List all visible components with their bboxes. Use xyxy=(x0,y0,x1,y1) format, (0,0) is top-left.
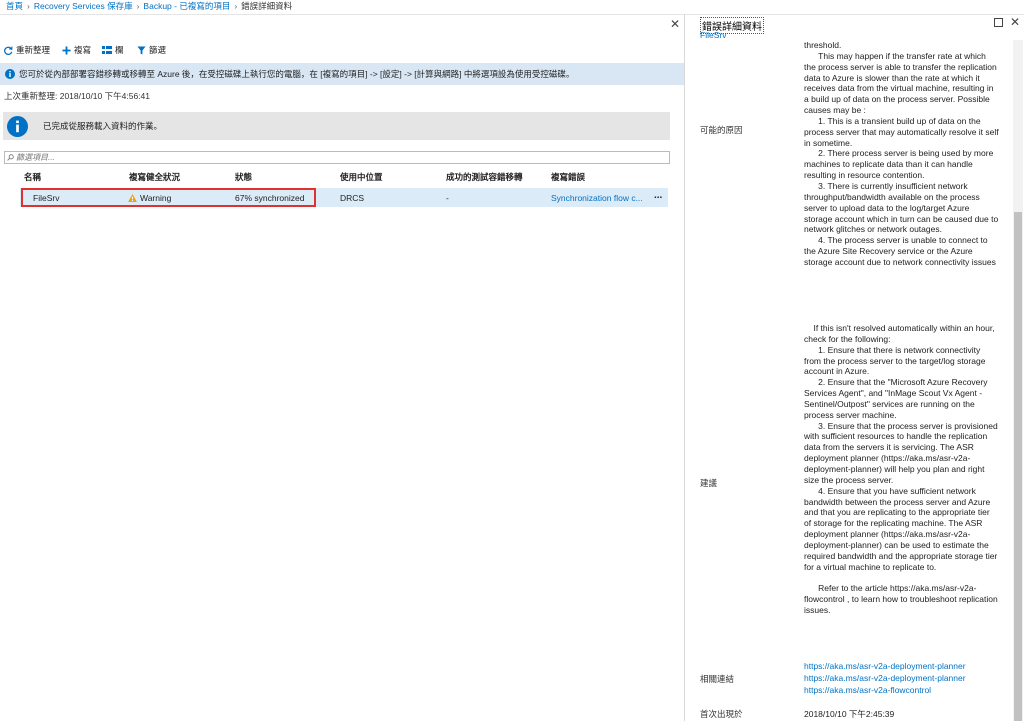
breadcrumb-replicated-items[interactable]: Backup - 已複寫的項目 xyxy=(143,1,230,11)
last-refresh-text: 上次重新整理: 2018/10/10 下午4:56:41 xyxy=(4,91,150,101)
columns-icon xyxy=(102,46,112,54)
first-seen-label: 首次出現於 xyxy=(700,709,743,719)
error-details-subtitle: FileSrv xyxy=(700,30,727,40)
job-notice: 已完成從服務載入資料的作業。 xyxy=(3,112,670,140)
replicate-label: 複寫 xyxy=(74,45,92,55)
breadcrumb-current: 錯誤詳細資料 xyxy=(241,1,293,11)
refresh-icon xyxy=(4,46,13,55)
info-banner-text[interactable]: 您可於從內部部署容錯移轉或移轉至 Azure 後，在受控磁碟上執行您的電腦，在 … xyxy=(19,68,574,80)
first-seen-value: 2018/10/10 下午2:45:39 xyxy=(804,709,895,719)
info-banner: 您可於從內部部署容錯移轉或移轉至 Azure 後，在受控磁碟上執行您的電腦，在 … xyxy=(0,63,684,85)
refresh-label: 重新整理 xyxy=(16,45,51,55)
column-header-health[interactable]: 複寫健全狀況 xyxy=(129,171,180,183)
related-links-label: 相關連結 xyxy=(700,674,735,684)
related-link[interactable]: https://aka.ms/asr-v2a-flowcontrol xyxy=(804,685,931,695)
columns-label: 欄 xyxy=(115,45,124,55)
filter-input-box[interactable] xyxy=(4,151,670,164)
column-header-test-failover[interactable]: 成功的測試容錯移轉 xyxy=(446,171,523,183)
filter-button[interactable]: 篩選 xyxy=(137,44,166,56)
breadcrumb-home[interactable]: 首頁 xyxy=(6,1,23,11)
filter-input[interactable] xyxy=(16,153,616,162)
info-icon xyxy=(5,69,15,79)
close-icon[interactable]: ✕ xyxy=(670,17,680,31)
recommendation-label: 建議 xyxy=(700,478,718,488)
row-highlight-box xyxy=(21,188,316,207)
possible-cause-label: 可能的原因 xyxy=(700,125,743,135)
chevron-right-icon: › xyxy=(136,1,140,11)
row-location: DRCS xyxy=(340,193,365,203)
grid-header: 名稱 複寫健全狀況 狀態 使用中位置 成功的測試容錯移轉 複寫錯誤 xyxy=(0,171,670,183)
breadcrumb-vault[interactable]: Recovery Services 保存庫 xyxy=(34,1,133,11)
job-notice-text: 已完成從服務載入資料的作業。 xyxy=(43,121,163,131)
refresh-button[interactable]: 重新整理 xyxy=(4,44,50,56)
row-more-button[interactable]: ... xyxy=(654,190,662,201)
scrollbar-thumb[interactable] xyxy=(1014,212,1022,721)
row-test-failover: - xyxy=(446,193,449,203)
chevron-right-icon: › xyxy=(27,1,30,11)
search-icon xyxy=(7,154,14,161)
possible-cause-text: threshold. This may happen if the transf… xyxy=(804,40,999,267)
filter-icon xyxy=(137,45,146,55)
close-icon[interactable]: ✕ xyxy=(1010,15,1020,29)
breadcrumb: 首頁 › Recovery Services 保存庫 › Backup - 已複寫的項目… xyxy=(0,0,1024,15)
column-header-name[interactable]: 名稱 xyxy=(24,171,41,183)
maximize-icon[interactable] xyxy=(994,18,1003,27)
related-link[interactable]: https://aka.ms/asr-v2a-deployment-planne… xyxy=(804,661,966,671)
column-header-status[interactable]: 狀態 xyxy=(235,171,252,183)
column-header-location[interactable]: 使用中位置 xyxy=(340,171,383,183)
row-error-link[interactable]: Synchronization flow c... xyxy=(551,193,643,203)
recommendation-text: If this isn't resolved automatically wit… xyxy=(804,323,998,615)
chevron-right-icon: › xyxy=(234,1,238,11)
plus-icon xyxy=(62,45,71,55)
filter-label: 篩選 xyxy=(149,45,167,55)
columns-button[interactable]: 欄 xyxy=(102,44,124,56)
column-header-errors[interactable]: 複寫錯誤 xyxy=(551,171,585,183)
info-icon xyxy=(7,115,28,137)
replicate-button[interactable]: 複寫 xyxy=(62,44,91,56)
blade-divider xyxy=(684,14,685,721)
related-link[interactable]: https://aka.ms/asr-v2a-deployment-planne… xyxy=(804,673,966,683)
